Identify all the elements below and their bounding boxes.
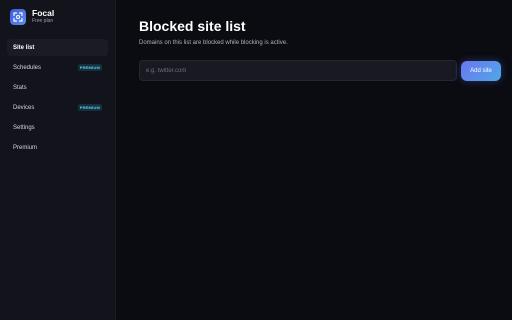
sidebar-item-label: Devices: [13, 104, 35, 111]
main-content: Blocked site list Domains on this list a…: [116, 0, 512, 320]
sidebar-item-label: Site list: [13, 44, 35, 51]
sidebar-item-schedules[interactable]: Schedules PREMIUM: [7, 59, 108, 76]
sidebar-item-label: Premium: [13, 144, 38, 151]
premium-badge: PREMIUM: [77, 104, 102, 111]
sidebar-item-settings[interactable]: Settings: [7, 119, 108, 136]
sidebar-item-label: Schedules: [13, 64, 42, 71]
page-subtitle: Domains on this list are blocked while b…: [139, 40, 288, 46]
premium-badge: PREMIUM: [77, 64, 102, 71]
brand: Focal Free plan: [10, 9, 54, 25]
add-site-button[interactable]: Add site: [461, 61, 501, 81]
plan-label: Free plan: [32, 18, 54, 24]
page-title: Blocked site list: [139, 18, 246, 34]
brand-text: Focal Free plan: [32, 9, 54, 25]
sidebar-nav: Site list Schedules PREMIUM Stats Device…: [7, 39, 108, 159]
sidebar: Focal Free plan Site list Schedules PREM…: [0, 0, 116, 320]
sidebar-item-devices[interactable]: Devices PREMIUM: [7, 99, 108, 116]
sidebar-item-label: Stats: [13, 84, 27, 91]
app-name: Focal: [32, 8, 55, 18]
site-input[interactable]: [139, 60, 457, 81]
sidebar-item-site-list[interactable]: Site list: [7, 39, 108, 56]
app-logo-icon: [10, 9, 26, 25]
sidebar-item-premium[interactable]: Premium: [7, 139, 108, 156]
sidebar-item-stats[interactable]: Stats: [7, 79, 108, 96]
focus-frame-icon: [13, 12, 23, 22]
sidebar-item-label: Settings: [13, 124, 35, 131]
